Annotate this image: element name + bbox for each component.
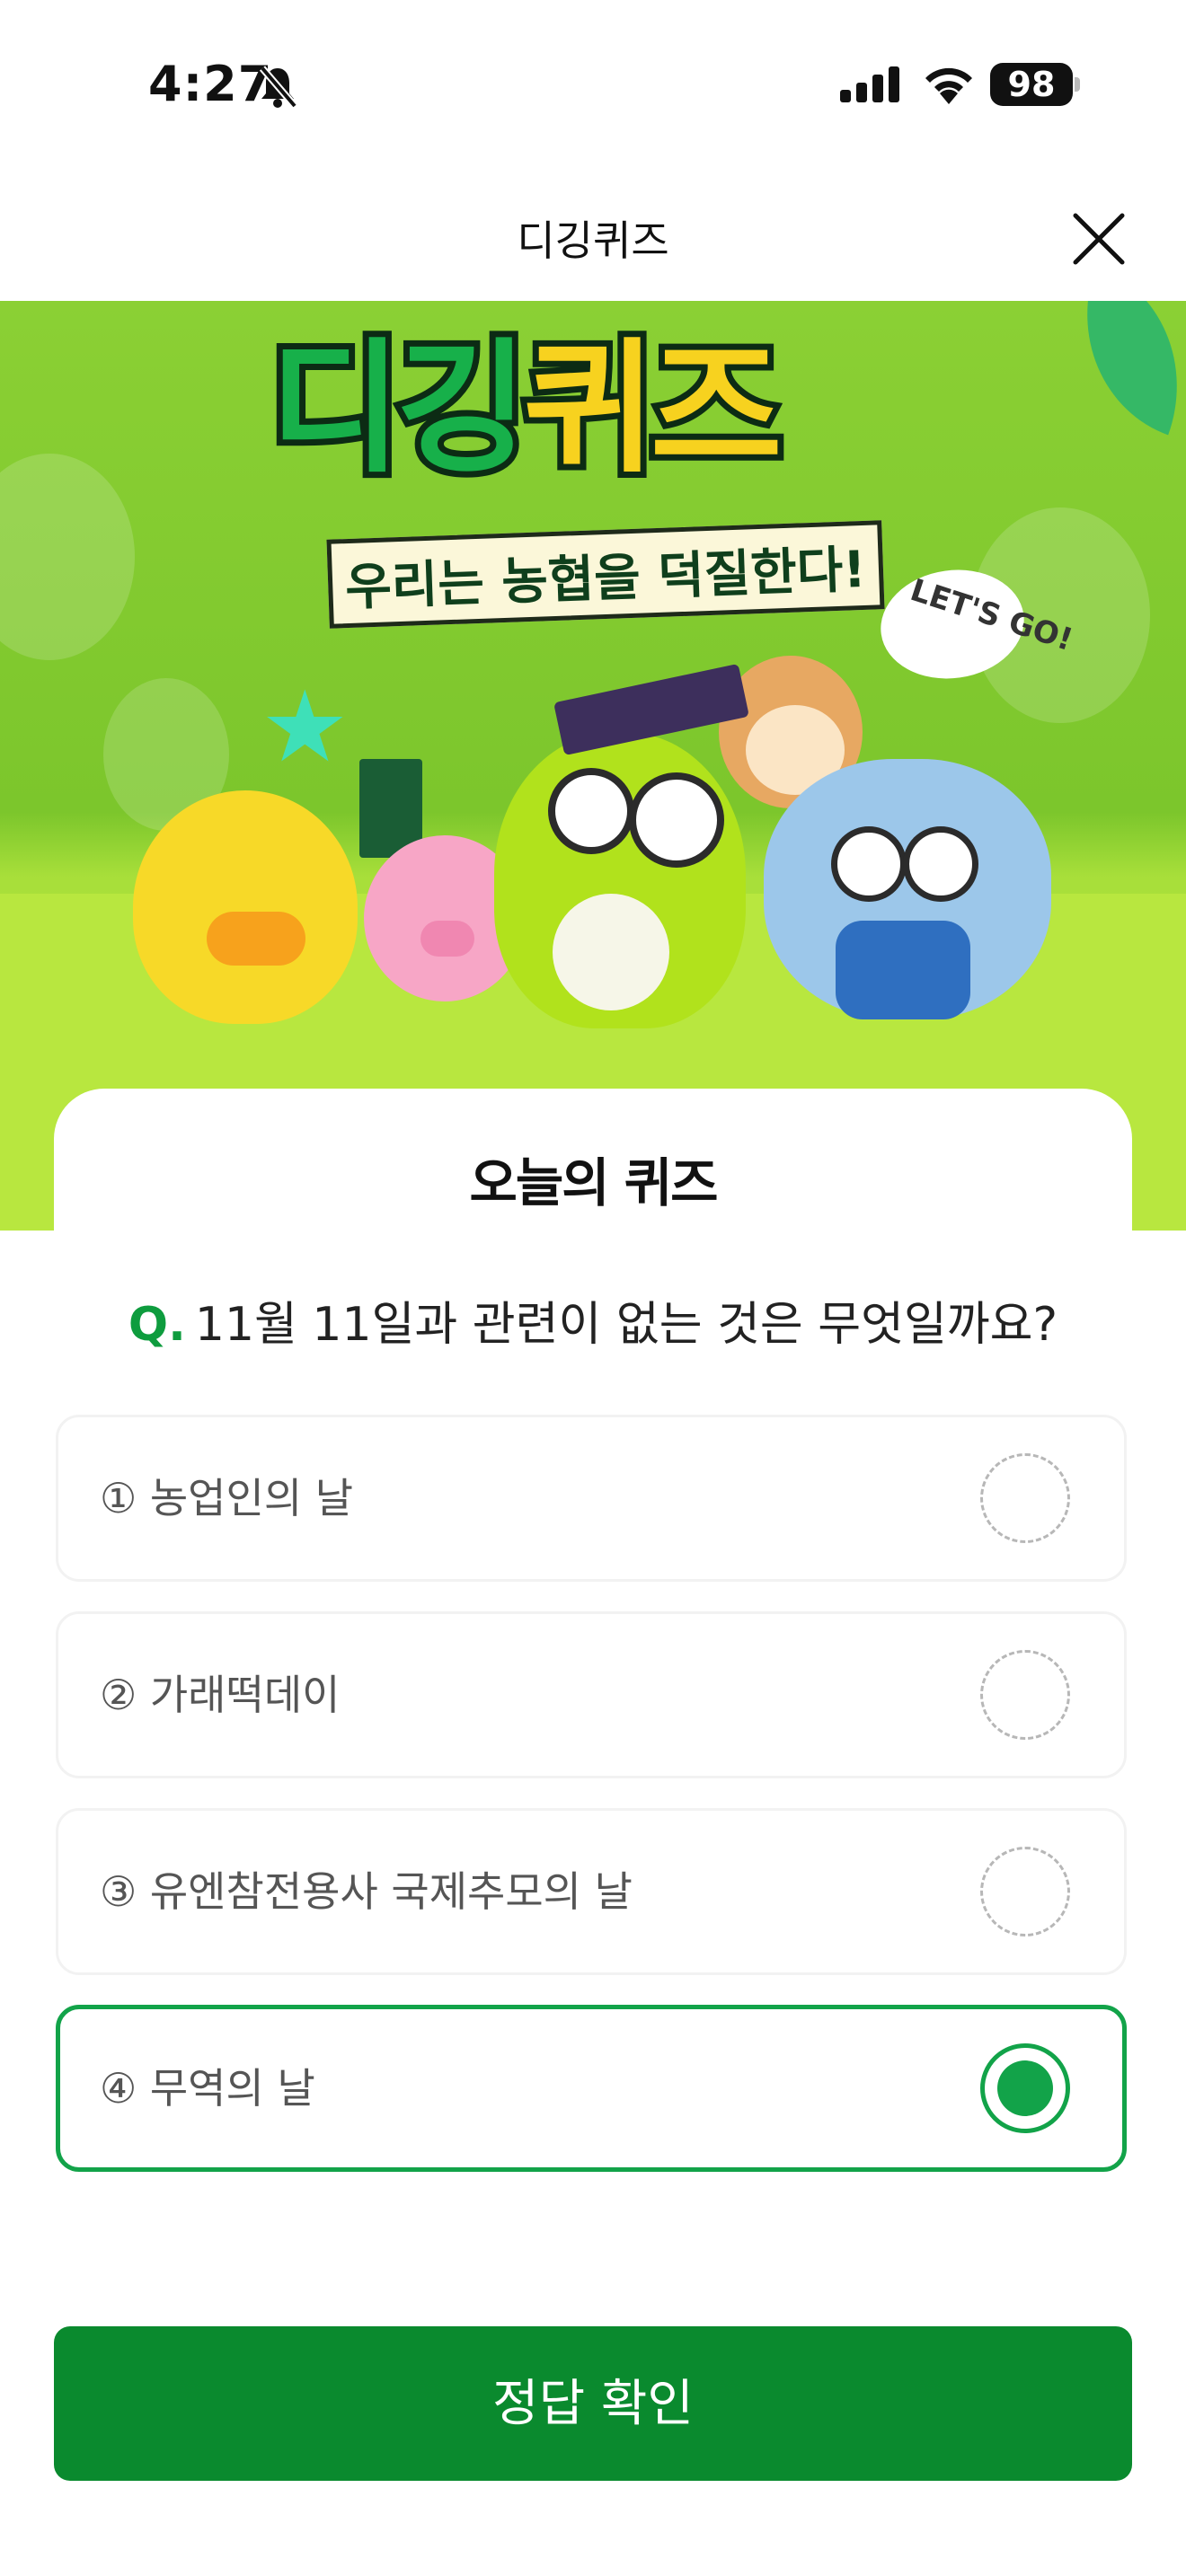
quiz-heading: 오늘의 퀴즈 — [0, 1141, 1186, 1216]
close-icon[interactable] — [1065, 205, 1133, 273]
frog-eye — [548, 768, 634, 854]
radio-button[interactable] — [980, 1650, 1070, 1740]
nav-bar: 디깅퀴즈 — [0, 171, 1186, 301]
frog-eye — [629, 772, 724, 868]
answer-option-label: ④ 무역의 날 — [100, 2064, 315, 2113]
answer-option-3[interactable]: ③ 유엔참전용사 국제추모의 날 — [56, 1808, 1127, 1975]
quiz-logo: 디깅퀴즈 — [263, 318, 916, 498]
duck-beak — [207, 912, 305, 966]
pig-nose — [420, 921, 474, 957]
logo-text-yellow: 퀴즈 — [517, 318, 788, 498]
answer-option-2[interactable]: ② 가래떡데이 — [56, 1611, 1127, 1778]
quiz-heading-text: 오늘의 퀴즈 — [464, 1152, 722, 1213]
elephant-suit — [836, 921, 970, 1019]
logo-text-green: 디깅 — [263, 318, 535, 498]
page-title: 디깅퀴즈 — [517, 216, 669, 265]
quiz-question: Q. 11월 11일과 관련이 없는 것은 무엇일까요? — [0, 1286, 1186, 1354]
balloon-decoration — [0, 454, 135, 660]
battery-icon: 98 — [990, 63, 1073, 106]
wifi-icon — [925, 67, 972, 104]
check-answer-button[interactable]: 정답 확인 — [54, 2326, 1132, 2481]
battery-cap — [1075, 77, 1080, 92]
frog-belly — [553, 894, 669, 1010]
answer-option-label: ③ 유엔참전용사 국제추모의 날 — [100, 1867, 633, 1916]
answer-option-1[interactable]: ① 농업인의 날 — [56, 1415, 1127, 1582]
bell-muted-icon — [259, 66, 298, 109]
leaf-decoration — [1049, 301, 1186, 436]
duck-character — [133, 790, 358, 1024]
radio-button[interactable] — [980, 1453, 1070, 1543]
status-time: 4:27 — [148, 56, 273, 112]
question-prefix: Q. — [128, 1298, 186, 1352]
answer-option-label: ① 농업인의 날 — [100, 1474, 354, 1522]
question-text: 11월 11일과 관련이 없는 것은 무엇일까요? — [194, 1298, 1058, 1352]
status-bar: 4:27 98 — [0, 0, 1186, 171]
elephant-eye — [903, 826, 978, 902]
elephant-eye — [831, 826, 907, 902]
answer-option-label: ② 가래떡데이 — [100, 1671, 341, 1719]
radio-button-selected[interactable] — [980, 2043, 1070, 2133]
radio-button[interactable] — [980, 1847, 1070, 1936]
banner-slogan: 우리는 농협을 덕질한다! — [326, 520, 885, 629]
signal-icon — [840, 66, 899, 102]
answer-option-4[interactable]: ④ 무역의 날 — [56, 2005, 1127, 2172]
radio-dot — [997, 2060, 1053, 2116]
star-icon: ★ — [261, 669, 350, 784]
